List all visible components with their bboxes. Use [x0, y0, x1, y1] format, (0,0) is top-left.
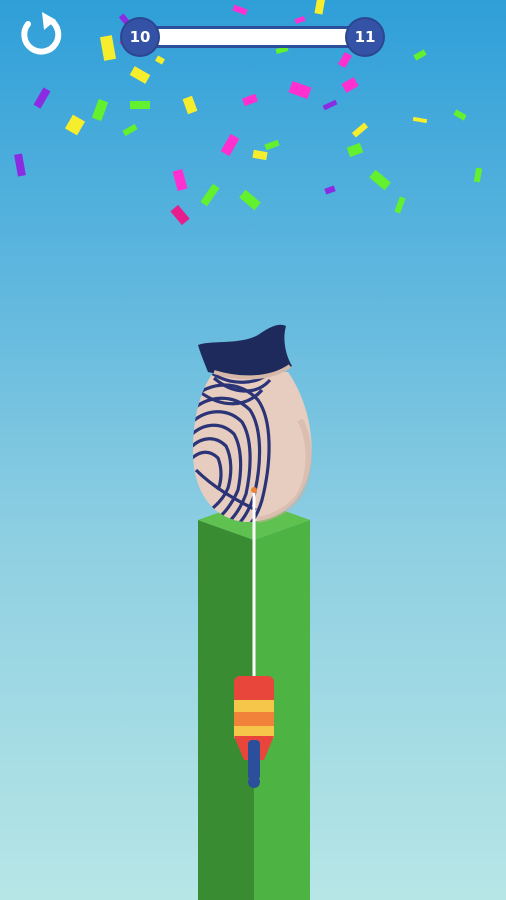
restart-arrow-icon — [21, 12, 62, 55]
confetti-piece — [172, 169, 188, 191]
confetti-piece — [91, 98, 109, 122]
confetti-piece — [239, 189, 261, 211]
confetti-piece — [453, 109, 467, 121]
hud: 10 11 — [0, 0, 506, 80]
confetti-piece — [182, 95, 198, 115]
confetti-piece — [64, 114, 86, 136]
confetti-piece — [412, 116, 428, 124]
confetti-piece — [369, 169, 391, 191]
confetti-piece — [14, 153, 26, 177]
confetti-piece — [170, 204, 190, 226]
confetti-piece — [288, 80, 312, 100]
confetti-piece — [346, 142, 364, 158]
confetti-piece — [33, 87, 51, 109]
restart-button[interactable] — [12, 8, 68, 64]
level-progress-bar — [132, 26, 374, 48]
confetti-piece — [394, 196, 406, 214]
confetti-piece — [242, 93, 258, 107]
confetti-piece — [264, 139, 280, 151]
next-level-badge: 11 — [347, 19, 383, 55]
confetti-piece — [324, 185, 336, 195]
confetti-piece — [220, 133, 240, 157]
confetti-piece — [130, 101, 150, 109]
current-level-badge: 10 — [122, 19, 158, 55]
confetti-piece — [322, 99, 338, 111]
game-scene — [14, 0, 483, 900]
confetti-piece — [473, 167, 483, 183]
confetti-piece — [252, 149, 268, 161]
vase — [192, 324, 312, 523]
confetti-piece — [200, 183, 220, 207]
confetti-piece — [122, 123, 138, 137]
confetti-piece — [351, 122, 369, 138]
